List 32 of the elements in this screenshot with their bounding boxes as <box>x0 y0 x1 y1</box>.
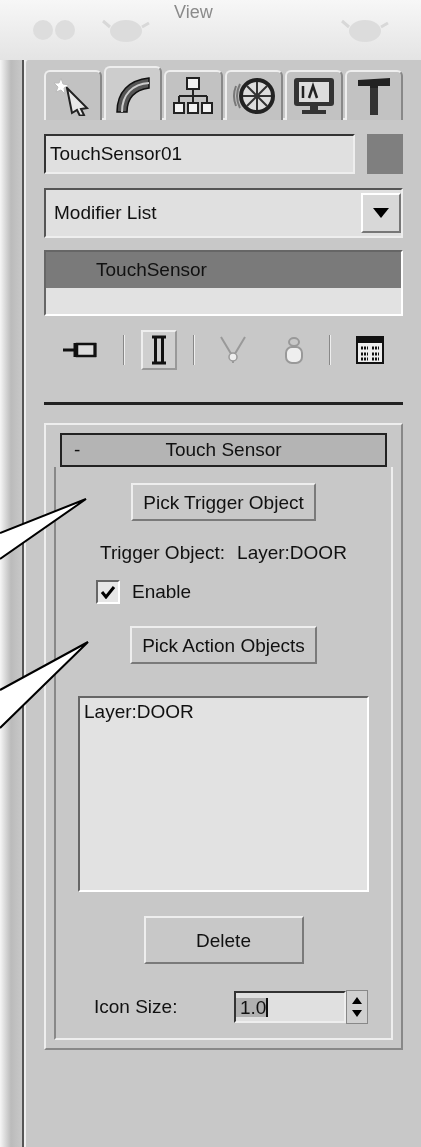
pushpin-icon <box>62 340 99 360</box>
panel-tab[interactable] <box>224 70 283 120</box>
panel-tab[interactable] <box>44 70 103 120</box>
rollout-header[interactable]: - Touch Sensor <box>60 433 387 467</box>
pick-trigger-button[interactable]: Pick Trigger Object <box>131 483 316 521</box>
icon-size-field[interactable]: 1.0 <box>234 991 346 1023</box>
delete-button[interactable]: Delete <box>143 916 304 964</box>
list-item[interactable]: Layer:DOOR <box>84 698 363 727</box>
wheel-icon <box>232 76 275 116</box>
hierarchy-icon <box>173 76 214 116</box>
enable-label: Enable <box>132 579 192 604</box>
trigger-object-value: Layer:DOOR <box>237 541 347 565</box>
stack-tool-button[interactable] <box>140 330 177 370</box>
pillar-icon <box>150 335 167 365</box>
modifier-list-dropdown[interactable]: Modifier List <box>44 188 403 238</box>
panel-tab[interactable] <box>104 66 163 120</box>
pick-action-button[interactable]: Pick Action Objects <box>130 626 317 664</box>
icon-size-label: Icon Size: <box>94 994 179 1019</box>
panel-tab[interactable] <box>284 70 343 120</box>
stack-item[interactable]: TouchSensor <box>46 252 401 288</box>
toolbar-label: View <box>174 0 213 24</box>
panel-tab[interactable] <box>164 70 223 120</box>
spinner-arrows-icon[interactable] <box>346 990 368 1024</box>
checkmark-icon <box>100 584 116 599</box>
color-swatch[interactable] <box>367 134 403 174</box>
grid-window-icon <box>354 335 385 365</box>
collapse-sign[interactable]: - <box>74 435 104 465</box>
panel-tab[interactable] <box>344 70 404 120</box>
trigger-object-label: Trigger Object: <box>100 541 226 565</box>
enable-checkbox[interactable] <box>96 579 120 604</box>
monitor-icon <box>291 76 336 116</box>
object-name-field[interactable]: TouchSensor01 <box>44 134 355 174</box>
